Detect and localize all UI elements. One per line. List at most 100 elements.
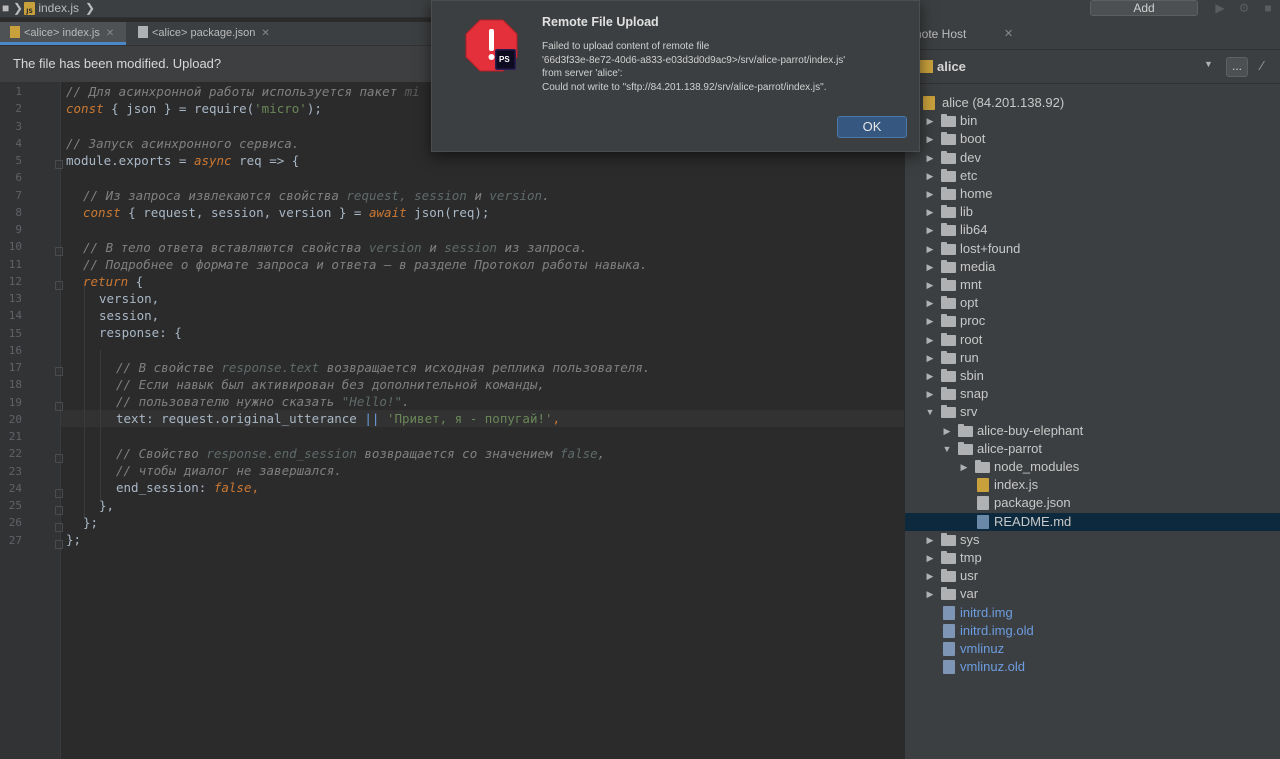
chevron-right-icon[interactable]: ▶ [925, 549, 935, 567]
chevron-right-icon[interactable]: ▶ [925, 185, 935, 203]
chevron-right-icon[interactable]: ▶ [925, 258, 935, 276]
tree-item[interactable]: ▶ lib64 [905, 221, 1280, 239]
chevron-right-icon[interactable]: ▶ [925, 585, 935, 603]
tree-item[interactable]: ▶ run [905, 349, 1280, 367]
tree-item[interactable]: ▶ bin [905, 112, 1280, 130]
add-configuration-button[interactable]: Add Configuration... [1090, 0, 1198, 30]
line-number: 9 [15, 223, 22, 236]
tree-root[interactable]: alice (84.201.138.92) [905, 94, 1280, 112]
host-selector[interactable]: alice ▼ ... ∕ [905, 49, 1280, 84]
fold-marker[interactable] [55, 523, 63, 532]
tree-item[interactable]: ▶ tmp [905, 549, 1280, 567]
fold-marker[interactable] [55, 247, 63, 256]
code-editor[interactable]: 1 2 3 4 5 6 7 8 9 10 11 12 13 14 15 16 17 18 19 20 21 22 23 24 2… [0, 82, 904, 759]
tree-item[interactable]: ▶ sys [905, 531, 1280, 549]
chevron-down-icon[interactable]: ▼ [1204, 59, 1213, 69]
folder-icon [941, 205, 956, 219]
tree-item[interactable]: ▶ lost+found [905, 240, 1280, 258]
chevron-down-icon[interactable]: ▼ [925, 403, 935, 421]
tree-item[interactable]: ▶ home [905, 185, 1280, 203]
fold-marker[interactable] [55, 367, 63, 376]
chevron-right-icon[interactable]: ▶ [925, 294, 935, 312]
fold-marker[interactable] [55, 160, 63, 169]
tab-package-json[interactable]: <alice> package.json ✕ [128, 22, 280, 45]
tree-item[interactable]: ▶ dev [905, 149, 1280, 167]
fold-marker[interactable] [55, 402, 63, 411]
line-number: 2 [15, 102, 22, 116]
chevron-right-icon[interactable]: ▶ [925, 112, 935, 130]
tree-item[interactable]: initrd.img.old [905, 622, 1280, 640]
chevron-down-icon[interactable]: ▼ [942, 440, 952, 458]
chevron-right-icon[interactable]: ▶ [925, 331, 935, 349]
chevron-right-icon[interactable]: ▶ [925, 203, 935, 221]
chevron-right-icon[interactable]: ▶ [959, 458, 969, 476]
chevron-right-icon[interactable]: ▶ [925, 149, 935, 167]
fold-marker[interactable] [55, 489, 63, 498]
line-number: 17 [8, 361, 22, 374]
svg-text:PS: PS [499, 55, 510, 64]
tree-label: proc [960, 313, 986, 329]
tree-item[interactable]: ▶ sbin [905, 367, 1280, 385]
menu-icon[interactable]: ■ [2, 0, 9, 17]
close-icon[interactable]: ✕ [1004, 17, 1013, 51]
host-name: alice [937, 59, 966, 74]
breadcrumb-file[interactable]: JS index.js [24, 0, 79, 17]
tree-item[interactable]: package.json [905, 494, 1280, 512]
tree-item[interactable]: ▶ snap [905, 385, 1280, 403]
markdown-file-icon [977, 514, 989, 529]
tab-index-js[interactable]: <alice> index.js ✕ [0, 22, 126, 45]
tree-item[interactable]: index.js [905, 476, 1280, 494]
tree-item[interactable]: vmlinuz.old [905, 658, 1280, 676]
close-icon[interactable]: ✕ [261, 28, 269, 39]
more-button[interactable]: ... [1226, 57, 1248, 77]
tree-item[interactable]: ▶ boot [905, 130, 1280, 148]
tree-item[interactable]: ▼ srv [905, 403, 1280, 421]
tree-item[interactable]: ▶ mnt [905, 276, 1280, 294]
tree-item[interactable]: ▶ lib [905, 203, 1280, 221]
tree-item[interactable]: ▶ alice-buy-elephant [905, 422, 1280, 440]
chevron-right-icon[interactable]: ▶ [925, 312, 935, 330]
fold-marker[interactable] [55, 540, 63, 549]
chevron-right-icon[interactable]: ▶ [925, 349, 935, 367]
tree-item[interactable]: ▶ etc [905, 167, 1280, 185]
chevron-right-icon[interactable]: ▶ [925, 531, 935, 549]
tree-item[interactable]: ▶ root [905, 331, 1280, 349]
tree-item[interactable]: README.md [905, 512, 1280, 531]
fold-marker[interactable] [55, 454, 63, 463]
folder-icon [958, 423, 973, 437]
chevron-right-icon[interactable]: ▶ [925, 276, 935, 294]
pin-icon[interactable]: ∕ [1261, 58, 1263, 73]
folder-icon [941, 387, 956, 401]
run-icon[interactable]: ▶ [1212, 0, 1228, 17]
tree-label: dev [960, 149, 981, 165]
code-line-25: }, [99, 498, 115, 513]
chevron-right-icon[interactable]: ▶ [925, 167, 935, 185]
tree-item[interactable]: ▶ proc [905, 312, 1280, 330]
tree-item[interactable]: ▶ opt [905, 294, 1280, 312]
line-number: 4 [15, 136, 22, 150]
chevron-right-icon[interactable]: ▶ [925, 221, 935, 239]
chevron-right-icon[interactable]: ▶ [942, 422, 952, 440]
chevron-right-icon[interactable]: ▶ [925, 367, 935, 385]
message-line: Could not write to "sftp://84.201.138.92… [542, 81, 827, 93]
line-number: 14 [8, 309, 22, 323]
chevron-right-icon[interactable]: ▶ [925, 240, 935, 258]
chevron-right-icon[interactable]: ▶ [925, 385, 935, 403]
line-number: 21 [8, 430, 22, 443]
fold-marker[interactable] [55, 506, 63, 515]
stop-icon[interactable]: ■ [1260, 0, 1276, 17]
tree-item[interactable]: ▶ node_modules [905, 458, 1280, 476]
tree-item[interactable]: ▶ usr [905, 567, 1280, 585]
ok-button[interactable]: OK [837, 116, 907, 138]
chevron-right-icon[interactable]: ▶ [925, 130, 935, 148]
tree-item[interactable]: ▶ media [905, 258, 1280, 276]
indent-guide [100, 350, 101, 500]
debug-icon[interactable]: ⚙ [1236, 0, 1252, 17]
tree-item[interactable]: initrd.img [905, 604, 1280, 622]
chevron-right-icon[interactable]: ▶ [925, 567, 935, 585]
fold-marker[interactable] [55, 281, 63, 290]
tree-item[interactable]: vmlinuz [905, 640, 1280, 658]
tree-item[interactable]: ▶ var [905, 585, 1280, 603]
tree-item[interactable]: ▼ alice-parrot [905, 440, 1280, 458]
close-icon[interactable]: ✕ [106, 28, 114, 39]
